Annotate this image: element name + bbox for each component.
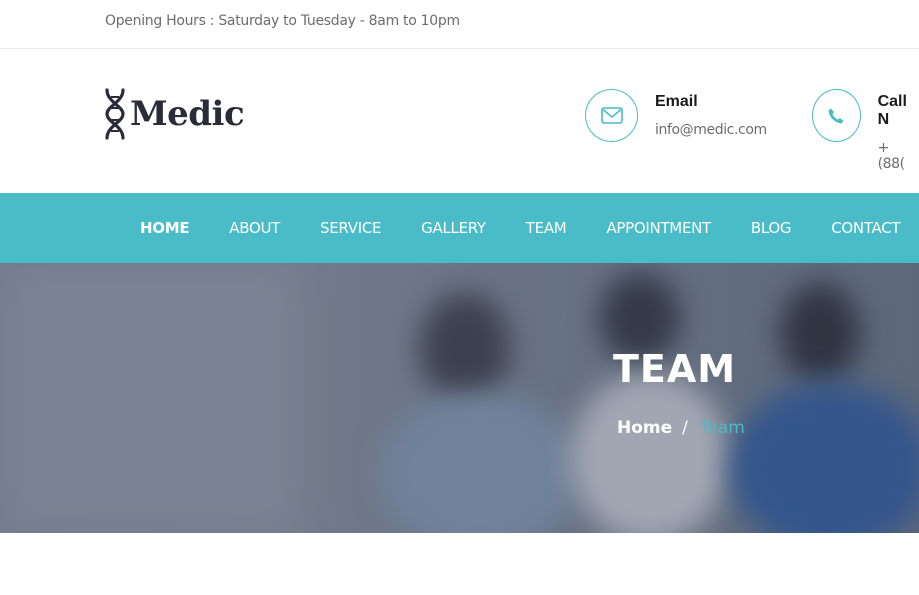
site-header: Medic Email info@medic.com Call N + (88( — [0, 49, 919, 193]
top-bar: Opening Hours : Saturday to Tuesday - 8a… — [0, 0, 919, 49]
call-value[interactable]: + (88( — [878, 140, 919, 172]
page-title: TEAM — [612, 347, 737, 391]
dna-icon — [105, 88, 125, 140]
nav-item-appointment[interactable]: APPOINTMENT — [606, 219, 711, 237]
nav-item-contact[interactable]: CONTACT — [831, 219, 900, 237]
breadcrumb-home[interactable]: Home — [617, 418, 672, 438]
site-logo[interactable]: Medic — [104, 88, 245, 140]
call-title: Call N — [877, 93, 907, 128]
email-contact: Email info@medic.com — [585, 89, 767, 142]
email-title: Email — [655, 93, 698, 110]
phone-icon — [812, 89, 861, 142]
main-nav: HOME ABOUT SERVICE GALLERY TEAM APPOINTM… — [140, 193, 919, 263]
envelope-icon — [585, 89, 638, 142]
nav-item-service[interactable]: SERVICE — [320, 219, 381, 237]
breadcrumb-current: Team — [699, 418, 745, 438]
call-contact: Call N + (88( — [812, 89, 919, 172]
email-value[interactable]: info@medic.com — [655, 122, 767, 138]
page-banner: TEAM Home / Team — [0, 263, 919, 533]
breadcrumb: Home / Team — [617, 418, 745, 438]
opening-hours-text: Opening Hours : Saturday to Tuesday - 8a… — [105, 13, 460, 29]
breadcrumb-separator: / — [682, 418, 688, 438]
nav-item-home[interactable]: HOME — [140, 219, 190, 237]
nav-item-about[interactable]: ABOUT — [229, 219, 280, 237]
nav-item-gallery[interactable]: GALLERY — [421, 219, 486, 237]
nav-item-blog[interactable]: BLOG — [751, 219, 792, 237]
logo-text: Medic — [130, 94, 245, 134]
main-navbar: HOME ABOUT SERVICE GALLERY TEAM APPOINTM… — [0, 193, 919, 263]
nav-item-team[interactable]: TEAM — [526, 219, 567, 237]
